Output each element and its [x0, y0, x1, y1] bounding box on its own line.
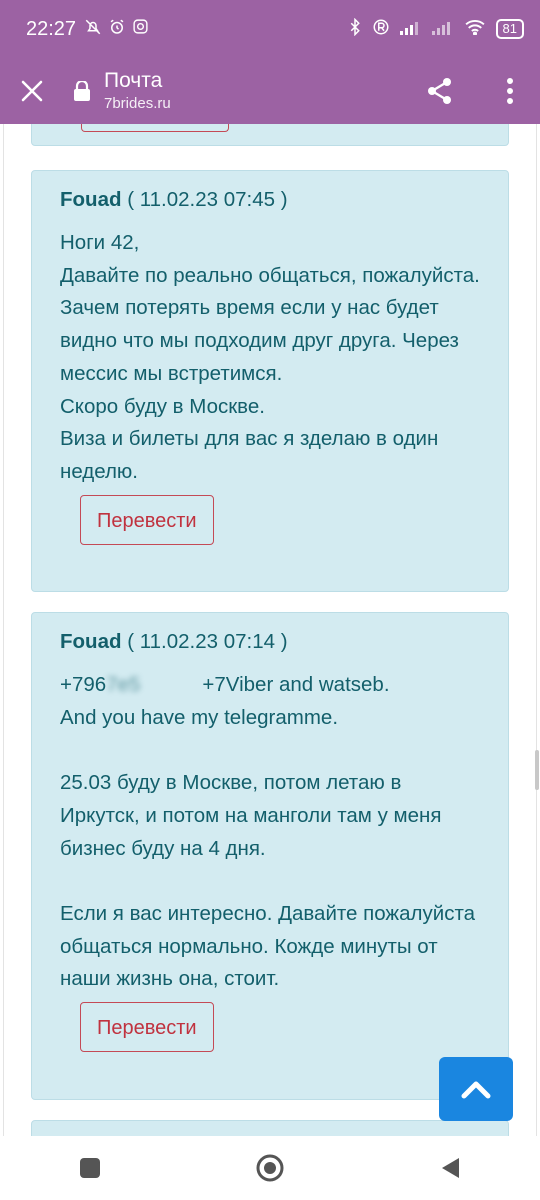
square-icon: [80, 1158, 100, 1178]
page-title: Почта: [104, 69, 163, 92]
message-header: Fouad ( 11.02.23 07:45 ): [60, 187, 480, 213]
home-button[interactable]: [240, 1138, 300, 1198]
message-body: And you have my telegramme. 25.03 буду в…: [60, 705, 476, 991]
translate-button-partial[interactable]: [81, 124, 229, 132]
bell-off-icon: [84, 18, 102, 41]
status-time: 22:27: [26, 17, 77, 40]
message-body: Ноги 42, Давайте по реально общаться, по…: [60, 231, 480, 483]
instagram-icon: [132, 18, 149, 40]
status-bar: 22:27 81: [0, 0, 540, 58]
phone-redacted: 7e5: [106, 673, 141, 696]
share-button[interactable]: [420, 71, 460, 111]
close-button[interactable]: [0, 58, 64, 124]
alarm-icon: [108, 18, 126, 41]
recents-button[interactable]: [60, 1138, 120, 1198]
translate-button[interactable]: Перевести: [80, 494, 214, 545]
page-title-block: Почта 7brides.ru: [104, 68, 171, 114]
bluetooth-icon: [348, 17, 362, 41]
wifi-icon: [464, 19, 486, 40]
message-card-partial: [31, 1120, 509, 1136]
message-card: Fouad ( 11.02.23 07:14 ) +7967e5 +7Viber …: [31, 612, 509, 1100]
battery-icon: 81: [495, 19, 524, 39]
back-triangle-icon: [442, 1158, 459, 1178]
message-card: Fouad ( 11.02.23 07:45 ) Ноги 42, Давайт…: [31, 170, 509, 592]
home-circle-icon: [256, 1154, 284, 1182]
message-author: Fouad: [60, 630, 122, 653]
browser-toolbar: Почта 7brides.ru: [0, 58, 540, 124]
status-icons: 81: [348, 17, 524, 41]
message-phone-line: +7967e5 +7Viber and watseb.: [60, 669, 480, 702]
close-icon: [21, 80, 43, 102]
more-vertical-icon: [507, 78, 513, 104]
lock-icon: [72, 81, 92, 101]
signal-2-icon: [431, 19, 454, 40]
phone-line-rest: Viber and watseb.: [225, 673, 390, 696]
left-border: [3, 124, 4, 1136]
translate-button[interactable]: Перевести: [80, 1002, 214, 1053]
chevron-up-icon: [461, 1081, 491, 1099]
system-nav-bar: [0, 1136, 540, 1200]
registered-icon: [372, 18, 390, 41]
message-date: ( 11.02.23 07:45 ): [127, 188, 288, 211]
message-date: ( 11.02.23 07:14 ): [127, 630, 288, 653]
scroll-top-button[interactable]: [439, 1057, 513, 1121]
signal-icon: [399, 19, 422, 40]
right-border: [536, 124, 537, 1136]
page-url: 7brides.ru: [104, 95, 171, 112]
phone-prefix: +796: [60, 673, 107, 696]
message-card-partial: [31, 124, 509, 146]
scrollbar-thumb[interactable]: [535, 750, 539, 790]
message-list[interactable]: Fouad ( 11.02.23 07:45 ) Ноги 42, Давайт…: [0, 124, 540, 1136]
message-header: Fouad ( 11.02.23 07:14 ): [60, 629, 480, 655]
more-menu-button[interactable]: [498, 71, 522, 111]
message-author: Fouad: [60, 188, 122, 211]
phone-second: +7: [202, 673, 226, 696]
back-button[interactable]: [420, 1138, 480, 1198]
share-icon: [428, 78, 451, 104]
